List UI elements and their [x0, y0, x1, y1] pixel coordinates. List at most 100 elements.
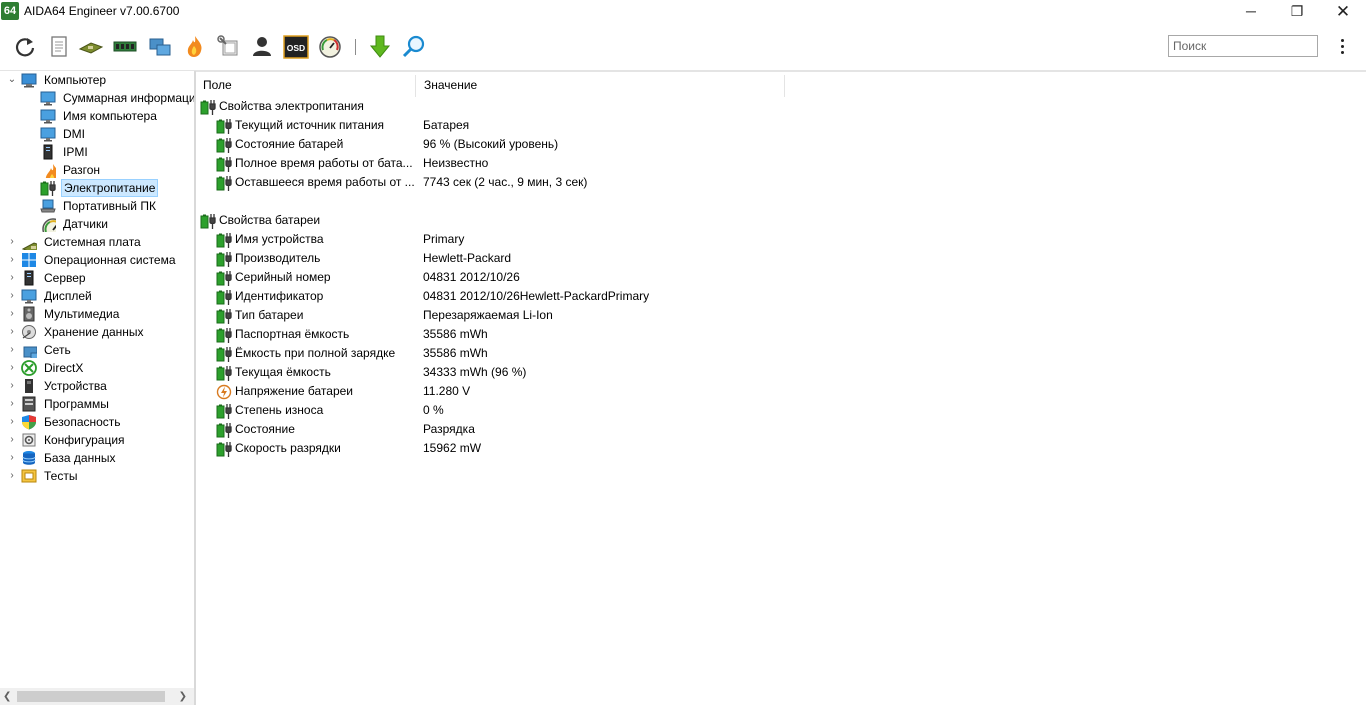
- tree-subitem-1[interactable]: Имя компьютера: [40, 107, 194, 125]
- table-row[interactable]: Степень износа 0 %: [216, 401, 1356, 420]
- tree-section-12[interactable]: › База данных: [10, 449, 194, 467]
- motherboard-toolbar-button[interactable]: [78, 34, 104, 60]
- tree-section-8[interactable]: › Устройства: [10, 377, 194, 395]
- details-list[interactable]: Поле Значение Свойства электропитания Тек…: [196, 71, 1366, 705]
- memory-toolbar-button[interactable]: [112, 34, 138, 60]
- monitor-icon: [40, 90, 56, 106]
- scroll-right-arrow-icon[interactable]: ❯: [179, 688, 187, 705]
- value-cell: 11.280 V: [423, 384, 471, 398]
- expand-chevron-icon[interactable]: ›: [7, 323, 17, 341]
- field-cell: Имя устройства: [235, 232, 324, 246]
- tree-section-5[interactable]: › Хранение данных: [10, 323, 194, 341]
- value-cell: Разрядка: [423, 422, 475, 436]
- magnifier-toolbar-button[interactable]: [401, 34, 427, 60]
- expand-chevron-icon[interactable]: ›: [7, 359, 17, 377]
- tree-section-4[interactable]: › Мультимедиа: [10, 305, 194, 323]
- minimize-button[interactable]: ─: [1228, 0, 1274, 23]
- collapse-chevron-icon[interactable]: ⌄: [7, 71, 17, 89]
- tree-subitem-3[interactable]: IPMI: [40, 143, 194, 161]
- expand-chevron-icon[interactable]: ›: [7, 287, 17, 305]
- tree-horizontal-scrollbar[interactable]: ❮ ❯: [0, 688, 194, 705]
- tree-section-11[interactable]: › Конфигурация: [10, 431, 194, 449]
- tree-subitem-5[interactable]: Электропитание: [40, 179, 194, 197]
- tree-subitem-6[interactable]: Портативный ПК: [40, 197, 194, 215]
- expand-chevron-icon[interactable]: ›: [7, 269, 17, 287]
- tree-section-3[interactable]: › Дисплей: [10, 287, 194, 305]
- network-toolbar-button[interactable]: [147, 34, 173, 60]
- user-toolbar-button[interactable]: [249, 34, 275, 60]
- expand-chevron-icon[interactable]: ›: [7, 251, 17, 269]
- value-cell: 34333 mWh (96 %): [423, 365, 527, 379]
- table-row[interactable]: Имя устройства Primary: [216, 230, 1356, 249]
- svg-text:OSD: OSD: [287, 43, 305, 53]
- battery-plug-icon: [40, 180, 56, 196]
- download-arrow-toolbar-button[interactable]: [367, 34, 393, 60]
- tree-section-1[interactable]: › Операционная система: [10, 251, 194, 269]
- tree-subitem-4[interactable]: Разгон: [40, 161, 194, 179]
- table-row[interactable]: Тип батареи Перезаряжаемая Li-Ion: [216, 306, 1356, 325]
- flame-toolbar-button[interactable]: [182, 34, 208, 60]
- expand-chevron-icon[interactable]: ›: [7, 233, 17, 251]
- tree-section-7[interactable]: › DirectX: [10, 359, 194, 377]
- table-row[interactable]: Текущая ёмкость 34333 mWh (96 %): [216, 363, 1356, 382]
- expand-chevron-icon[interactable]: ›: [7, 467, 17, 485]
- table-row[interactable]: Серийный номер 04831 2012/10/26: [216, 268, 1356, 287]
- close-button[interactable]: ✕: [1320, 0, 1366, 23]
- network-icon: [21, 342, 37, 358]
- tree-section-6[interactable]: › Сеть: [10, 341, 194, 359]
- refresh-toolbar-button[interactable]: [12, 34, 38, 60]
- table-row[interactable]: Полное время работы от бата... Неизвестно: [216, 154, 1356, 173]
- tree-item-label: Электропитание: [61, 179, 159, 197]
- expand-chevron-icon[interactable]: ›: [7, 305, 17, 323]
- tree-item-computer[interactable]: ⌄ Компьютер: [8, 71, 194, 89]
- tree-subitem-7[interactable]: Датчики: [40, 215, 194, 233]
- tree-item-label: Устройства: [44, 379, 107, 393]
- expand-chevron-icon[interactable]: ›: [7, 431, 17, 449]
- tree-subitem-0[interactable]: Суммарная информация: [40, 89, 194, 107]
- search-input[interactable]: [1168, 35, 1318, 57]
- gauge-toolbar-button[interactable]: [317, 34, 343, 60]
- expand-chevron-icon[interactable]: ›: [7, 449, 17, 467]
- field-cell: Полное время работы от бата...: [235, 156, 413, 170]
- field-cell: Текущий источник питания: [235, 118, 385, 132]
- table-row[interactable]: Состояние Разрядка: [216, 420, 1356, 439]
- tools-toolbar-button[interactable]: [216, 34, 242, 60]
- osd-toolbar-button[interactable]: OSD: [283, 34, 309, 60]
- tree-item-label: Датчики: [63, 217, 108, 231]
- tree-section-0[interactable]: › Системная плата: [10, 233, 194, 251]
- table-row[interactable]: Идентификатор 04831 2012/10/26Hewlett-Pac…: [216, 287, 1356, 306]
- table-row[interactable]: Состояние батарей 96 % (Высокий уровень): [216, 135, 1356, 154]
- maximize-button[interactable]: ❐: [1274, 0, 1320, 23]
- scroll-left-arrow-icon[interactable]: ❮: [3, 688, 11, 705]
- tree-subitem-2[interactable]: DMI: [40, 125, 194, 143]
- expand-chevron-icon[interactable]: ›: [7, 377, 17, 395]
- table-row[interactable]: Текущий источник питания Батарея: [216, 116, 1356, 135]
- monitor-icon: [21, 288, 37, 304]
- table-row[interactable]: Напряжение батареи 11.280 V: [216, 382, 1356, 401]
- value-cell: 04831 2012/10/26: [423, 270, 520, 284]
- table-row[interactable]: Ёмкость при полной зарядке 35586 mWh: [216, 344, 1356, 363]
- tree-item-label: Хранение данных: [44, 325, 144, 339]
- tree-section-13[interactable]: › Тесты: [10, 467, 194, 485]
- group-title: Свойства электропитания: [219, 99, 364, 113]
- expand-chevron-icon[interactable]: ›: [7, 413, 17, 431]
- expand-chevron-icon[interactable]: ›: [7, 395, 17, 413]
- value-cell: Неизвестно: [423, 156, 489, 170]
- report-toolbar-button[interactable]: [46, 34, 72, 60]
- tree-section-9[interactable]: › Программы: [10, 395, 194, 413]
- table-row[interactable]: Производитель Hewlett-Packard: [216, 249, 1356, 268]
- expand-chevron-icon[interactable]: ›: [7, 341, 17, 359]
- table-row[interactable]: Паспортная ёмкость 35586 mWh: [216, 325, 1356, 344]
- column-header-field[interactable]: Поле: [196, 75, 416, 97]
- title-bar[interactable]: 64 AIDA64 Engineer v7.00.6700 ─ ❐ ✕: [0, 0, 1366, 23]
- navigation-tree[interactable]: ⌄ Компьютер Суммарная информация Имя компью…: [0, 71, 194, 705]
- tree-section-10[interactable]: › Безопасность: [10, 413, 194, 431]
- table-row[interactable]: Скорость разрядки 15962 mW: [216, 439, 1356, 458]
- value-cell: 04831 2012/10/26Hewlett-PackardPrimary: [423, 289, 650, 303]
- column-header-value[interactable]: Значение: [417, 75, 785, 97]
- battery-plug-icon: [216, 403, 232, 419]
- table-row[interactable]: Оставшееся время работы от ... 7743 сек (…: [216, 173, 1356, 192]
- scrollbar-thumb[interactable]: [17, 691, 165, 702]
- more-options-icon[interactable]: [1334, 36, 1350, 58]
- tree-section-2[interactable]: › Сервер: [10, 269, 194, 287]
